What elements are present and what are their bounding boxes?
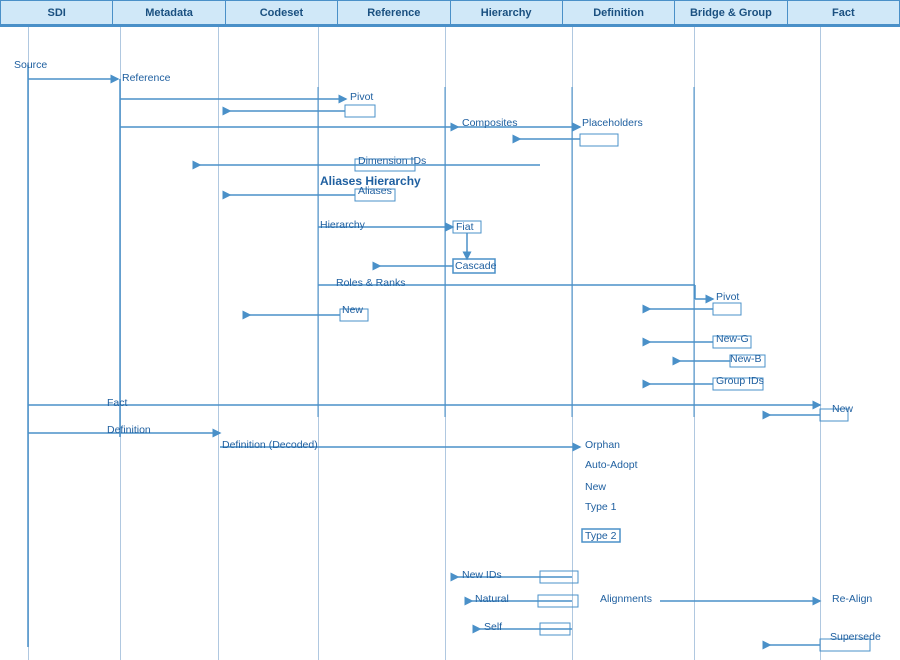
group-ids-label: Group IDs [716,375,764,387]
pivot2-label: Pivot [716,291,739,303]
type1-label: Type 1 [585,501,617,513]
composites-label: Composites [462,117,517,129]
lane-line-2 [218,27,219,660]
lane-line-3 [318,27,319,660]
fact-label: Fact [107,397,127,409]
lane-line-7 [820,27,821,660]
aliases-hierarchy-label: Aliases Hierarchy [320,174,421,188]
lane-line-6 [694,27,695,660]
new-ids-label: New IDs [462,569,502,581]
lane-line-5 [572,27,573,660]
tab-hierarchy[interactable]: Hierarchy [450,0,562,25]
lane-line-4 [445,27,446,660]
tab-reference[interactable]: Reference [337,0,449,25]
diagram: Source Reference Pivot Composites Placeh… [0,27,900,660]
cascade-label: Cascade [455,260,496,272]
auto-adopt-label: Auto-Adopt [585,459,638,471]
tab-bridge-group[interactable]: Bridge & Group [674,0,786,25]
roles-ranks-label: Roles & Ranks [336,277,405,289]
hierarchy-label: Hierarchy [320,219,365,231]
tab-sdi[interactable]: SDI [0,0,112,25]
new-b-label: New-B [730,353,762,365]
new3-label: New [585,481,606,493]
new-g-label: New-G [716,333,749,345]
alignments-label: Alignments [600,593,652,605]
fiat-label: Fiat [456,221,474,233]
definition-decoded-label: Definition (Decoded) [222,439,318,451]
lane-line-1 [120,27,121,660]
self-label: Self [484,621,502,633]
new2-label: New [832,403,853,415]
header: SDI Metadata Codeset Reference Hierarchy… [0,0,900,27]
pivot1-label: Pivot [350,91,373,103]
new1-label: New [342,304,363,316]
natural-label: Natural [475,593,509,605]
tab-definition[interactable]: Definition [562,0,674,25]
lane-line-0 [28,27,29,660]
placeholders-label: Placeholders [582,117,643,129]
type2-label: Type 2 [585,530,617,542]
supersede-label: Supersede [830,631,881,643]
tab-fact[interactable]: Fact [787,0,900,25]
dimension-ids-label: Dimension IDs [358,155,426,167]
source-label: Source [14,59,47,71]
definition-label: Definition [107,424,151,436]
arrows-svg [0,27,900,660]
reference-label: Reference [122,72,170,84]
tab-metadata[interactable]: Metadata [112,0,224,25]
re-align-label: Re-Align [832,593,872,605]
tab-codeset[interactable]: Codeset [225,0,337,25]
orphan-label: Orphan [585,439,620,451]
